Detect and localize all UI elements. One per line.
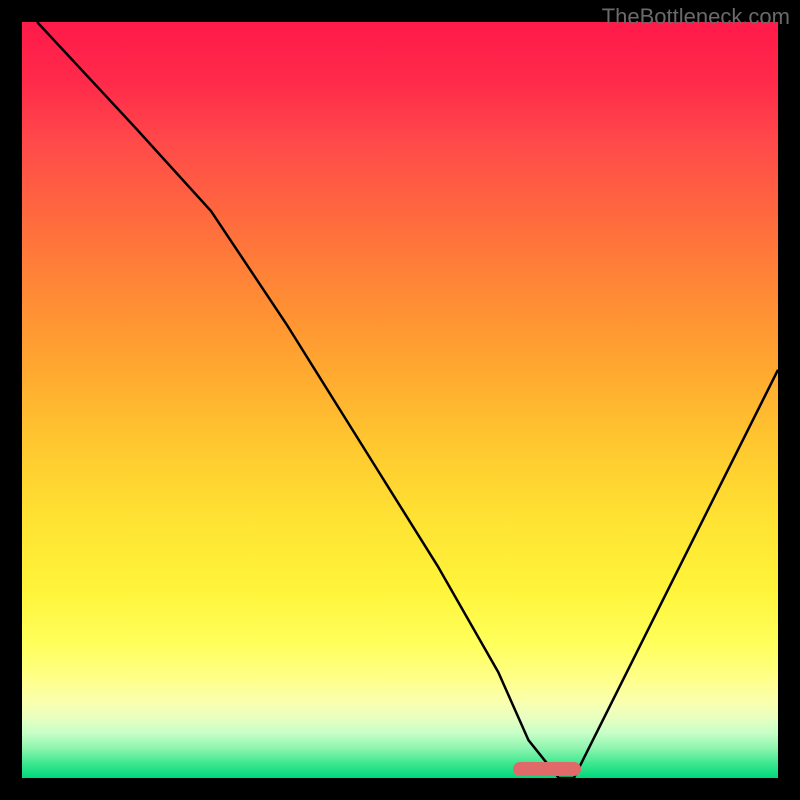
watermark-text: TheBottleneck.com: [602, 4, 790, 30]
optimal-marker: [513, 762, 581, 776]
chart-plot-area: [22, 22, 778, 778]
chart-curve: [22, 22, 778, 778]
curve-path: [37, 22, 778, 778]
